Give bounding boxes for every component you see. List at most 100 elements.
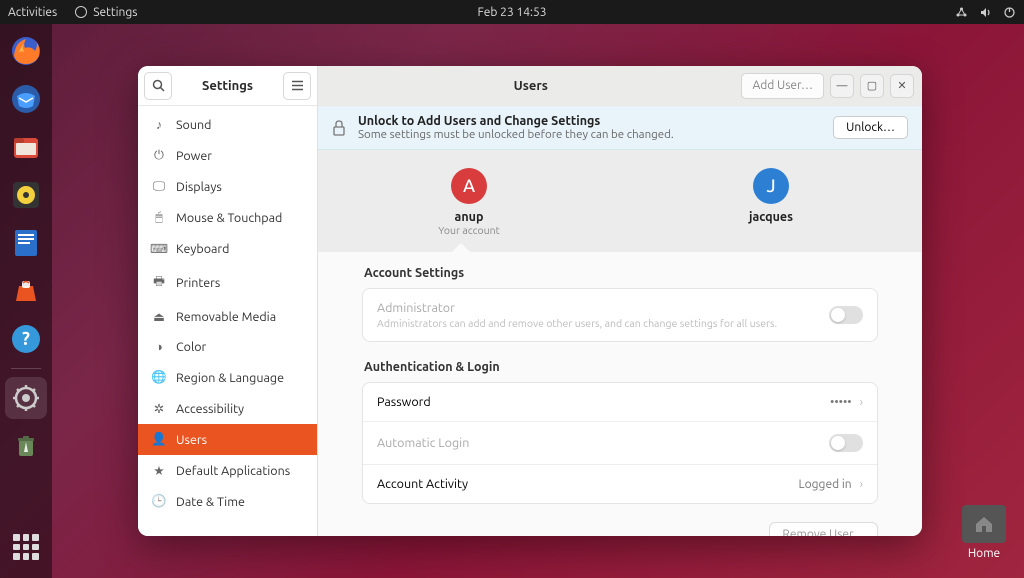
avatar: J	[753, 168, 789, 204]
user-tile-jacques[interactable]: J jacques	[691, 168, 851, 224]
auto-login-label: Automatic Login	[377, 436, 829, 450]
date-time-icon: 🕒	[152, 494, 166, 509]
admin-toggle[interactable]	[829, 306, 863, 324]
user-tile-anup[interactable]: A anup Your account	[389, 168, 549, 236]
admin-label: Administrator	[377, 301, 829, 315]
sidebar-item-keyboard[interactable]: ⌨Keyboard	[138, 233, 317, 264]
dock-software[interactable]	[5, 270, 47, 312]
sidebar-item-label: Mouse & Touchpad	[176, 211, 282, 225]
main-header: Users Add User… — ▢ ✕	[318, 66, 922, 106]
desktop-home-folder[interactable]: Home	[962, 505, 1006, 560]
app-indicator[interactable]: Settings	[93, 6, 137, 19]
settings-sidebar: Settings ♪ Sound ⏻ Power 🖵 Displays 🖱Mouse & T…	[138, 66, 318, 536]
dock: ?	[0, 24, 52, 578]
hamburger-menu-button[interactable]	[283, 72, 311, 100]
row-administrator: Administrator Administrators can add and…	[363, 289, 877, 341]
desktop-home-label: Home	[968, 547, 1000, 560]
sidebar-item-color[interactable]: ◑Color	[138, 332, 317, 362]
minimize-button[interactable]: —	[830, 74, 854, 98]
sidebar-item-label: Power	[176, 149, 212, 163]
admin-sublabel: Administrators can add and remove other …	[377, 317, 829, 329]
dock-writer[interactable]	[5, 222, 47, 264]
sidebar-item-label: Removable Media	[176, 310, 276, 324]
auto-login-toggle[interactable]	[829, 434, 863, 452]
dock-rhythmbox[interactable]	[5, 174, 47, 216]
lock-icon	[332, 120, 346, 136]
home-folder-icon	[962, 505, 1006, 543]
sidebar-item-accessibility[interactable]: ✲Accessibility	[138, 393, 317, 424]
users-icon: 👤	[152, 432, 166, 447]
sidebar-item-label: Displays	[176, 180, 222, 194]
sidebar-item-label: Printers	[176, 276, 220, 290]
settings-window: Settings ♪ Sound ⏻ Power 🖵 Displays 🖱Mouse & T…	[138, 66, 922, 536]
avatar: A	[451, 168, 487, 204]
content-area: Account Settings Administrator Administr…	[318, 252, 922, 536]
svg-text:?: ?	[22, 329, 30, 349]
banner-subtitle: Some settings must be unlocked before th…	[358, 128, 674, 141]
sidebar-item-printers[interactable]: 🖶 Printers	[138, 264, 317, 301]
power-icon: ⏻	[152, 148, 166, 163]
password-label: Password	[377, 395, 830, 409]
dock-firefox[interactable]	[5, 30, 47, 72]
sidebar-list: ♪ Sound ⏻ Power 🖵 Displays 🖱Mouse & Touchpad⌨K…	[138, 106, 317, 536]
close-button[interactable]: ✕	[890, 74, 914, 98]
unlock-button[interactable]: Unlock…	[833, 116, 908, 139]
user-sublabel: Your account	[389, 224, 549, 236]
dock-files[interactable]	[5, 126, 47, 168]
sidebar-item-mouse-touchpad[interactable]: 🖱Mouse & Touchpad	[138, 202, 317, 233]
user-name: anup	[389, 210, 549, 224]
unlock-banner: Unlock to Add Users and Change Settings …	[318, 106, 922, 150]
maximize-button[interactable]: ▢	[860, 74, 884, 98]
dock-trash[interactable]	[5, 425, 47, 467]
sidebar-item-users[interactable]: 👤 Users	[138, 424, 317, 455]
sidebar-item-displays[interactable]: 🖵 Displays	[138, 171, 317, 202]
section-auth-login: Authentication & Login	[364, 360, 878, 374]
sidebar-title: Settings	[178, 79, 277, 93]
sound-icon: ♪	[152, 118, 166, 132]
sidebar-item-label: Sound	[176, 118, 211, 132]
sidebar-item-date-time[interactable]: 🕒 Date & Time	[138, 486, 317, 517]
sidebar-item-region-language[interactable]: 🌐Region & Language	[138, 362, 317, 393]
sidebar-item-removable-media[interactable]: ⏏ Removable Media	[138, 301, 317, 332]
banner-title: Unlock to Add Users and Change Settings	[358, 114, 600, 128]
selected-user-pointer	[451, 243, 471, 253]
gear-icon	[75, 6, 87, 18]
color-icon: ◑	[152, 340, 166, 354]
section-account-settings: Account Settings	[364, 266, 878, 280]
dock-show-apps[interactable]	[5, 526, 47, 568]
card-auth: Password ••••• › Automatic Login Account…	[362, 382, 878, 504]
dock-settings[interactable]	[5, 377, 47, 419]
row-password[interactable]: Password ••••• ›	[363, 383, 877, 422]
chevron-right-icon: ›	[860, 478, 863, 491]
displays-icon: 🖵	[152, 179, 166, 194]
chevron-right-icon: ›	[860, 396, 863, 409]
top-bar: Activities Settings Feb 23 14:53	[0, 0, 1024, 24]
clock[interactable]: Feb 23 14:53	[477, 6, 546, 19]
dock-thunderbird[interactable]	[5, 78, 47, 120]
sidebar-item-label: Accessibility	[176, 402, 244, 416]
sidebar-item-sound[interactable]: ♪ Sound	[138, 110, 317, 140]
card-admin: Administrator Administrators can add and…	[362, 288, 878, 342]
sidebar-item-label: Default Applications	[176, 464, 290, 478]
sidebar-item-label: Date & Time	[176, 495, 245, 509]
dock-help[interactable]: ?	[5, 318, 47, 360]
power-icon[interactable]	[1002, 5, 1016, 19]
sidebar-item-power[interactable]: ⏻ Power	[138, 140, 317, 171]
default-applications-icon: ★	[152, 463, 166, 478]
volume-icon[interactable]	[978, 5, 992, 19]
sidebar-item-label: Users	[176, 433, 207, 447]
page-title: Users	[326, 79, 735, 93]
row-account-activity[interactable]: Account Activity Logged in ›	[363, 465, 877, 503]
activities-button[interactable]: Activities	[8, 6, 57, 19]
printers-icon: 🖶	[152, 272, 166, 293]
remove-user-button[interactable]: Remove User…	[769, 522, 878, 536]
activity-label: Account Activity	[377, 477, 799, 491]
row-auto-login: Automatic Login	[363, 422, 877, 465]
network-icon[interactable]	[954, 5, 968, 19]
search-button[interactable]	[144, 72, 172, 100]
removable-media-icon: ⏏	[152, 309, 166, 324]
add-user-button[interactable]: Add User…	[741, 73, 824, 99]
activity-value: Logged in	[799, 478, 852, 491]
sidebar-item-default-applications[interactable]: ★ Default Applications	[138, 455, 317, 486]
keyboard-icon: ⌨	[152, 241, 166, 256]
